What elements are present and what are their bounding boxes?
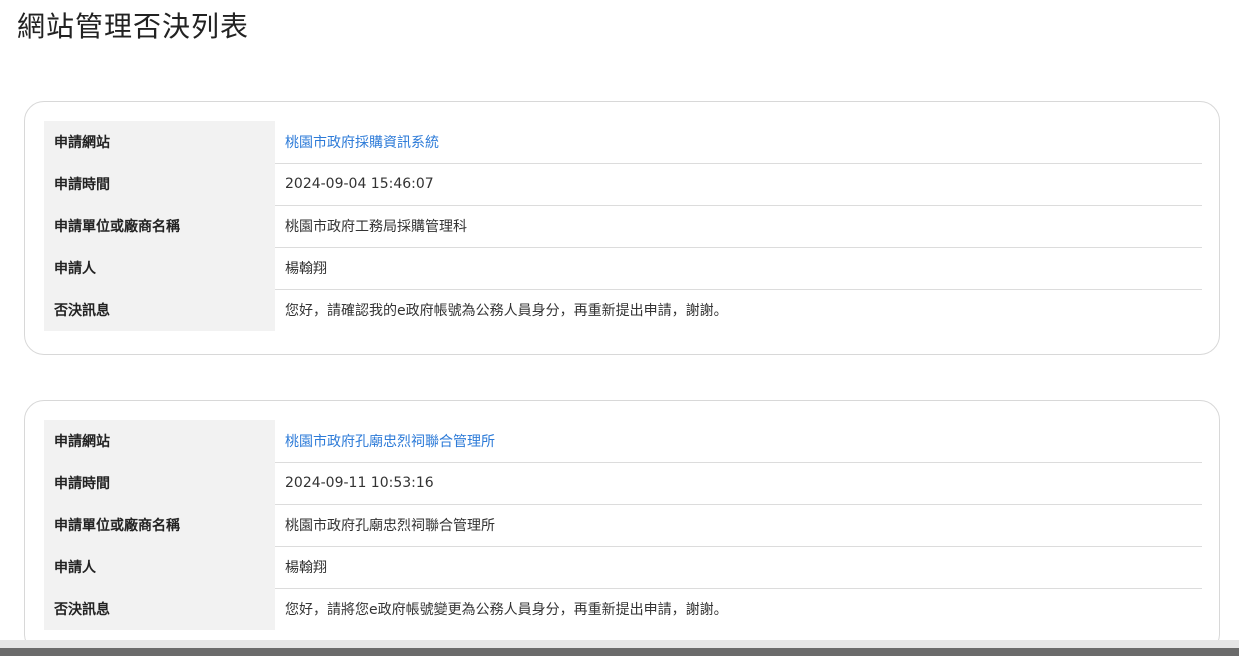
site-link[interactable]: 桃園市政府採購資訊系統 [285, 135, 439, 151]
row-site: 申請網站 桃園市政府採購資訊系統 [44, 121, 1202, 164]
label-applicant: 申請人 [44, 247, 275, 290]
rejection-detail-table: 申請網站 桃園市政府採購資訊系統 申請時間 2024-09-04 15:46:0… [44, 121, 1202, 331]
value-unit: 桃園市政府工務局採購管理科 [275, 205, 1202, 248]
row-time: 申請時間 2024-09-04 15:46:07 [44, 163, 1202, 206]
value-time: 2024-09-04 15:46:07 [275, 163, 1202, 206]
row-unit: 申請單位或廠商名稱 桃園市政府工務局採購管理科 [44, 205, 1202, 248]
label-reason: 否決訊息 [44, 289, 275, 331]
label-site: 申請網站 [44, 121, 275, 164]
value-unit: 桃園市政府孔廟忠烈祠聯合管理所 [275, 504, 1202, 547]
row-reason: 否決訊息 您好，請將您e政府帳號變更為公務人員身分，再重新提出申請，謝謝。 [44, 588, 1202, 630]
row-applicant: 申請人 楊翰翔 [44, 247, 1202, 290]
rejection-detail-table: 申請網站 桃園市政府孔廟忠烈祠聯合管理所 申請時間 2024-09-11 10:… [44, 420, 1202, 630]
label-unit: 申請單位或廠商名稱 [44, 205, 275, 248]
row-applicant: 申請人 楊翰翔 [44, 546, 1202, 589]
label-applicant: 申請人 [44, 546, 275, 589]
label-time: 申請時間 [44, 163, 275, 206]
value-reason: 您好，請確認我的e政府帳號為公務人員身分，再重新提出申請，謝謝。 [285, 303, 728, 320]
row-unit: 申請單位或廠商名稱 桃園市政府孔廟忠烈祠聯合管理所 [44, 504, 1202, 547]
label-site: 申請網站 [44, 420, 275, 463]
label-time: 申請時間 [44, 462, 275, 505]
value-applicant: 楊翰翔 [275, 546, 1202, 589]
value-time: 2024-09-11 10:53:16 [275, 462, 1202, 505]
page: 網站管理否決列表 申請網站 桃園市政府採購資訊系統 申請時間 2024-09-0… [0, 0, 1239, 656]
row-reason: 否決訊息 您好，請確認我的e政府帳號為公務人員身分，再重新提出申請，謝謝。 [44, 289, 1202, 331]
rejection-card: 申請網站 桃園市政府孔廟忠烈祠聯合管理所 申請時間 2024-09-11 10:… [24, 400, 1220, 654]
value-applicant: 楊翰翔 [275, 247, 1202, 290]
rejection-card: 申請網站 桃園市政府採購資訊系統 申請時間 2024-09-04 15:46:0… [24, 101, 1220, 355]
value-reason: 您好，請將您e政府帳號變更為公務人員身分，再重新提出申請，謝謝。 [285, 602, 728, 619]
value-site: 桃園市政府採購資訊系統 [275, 121, 1202, 164]
window-bottom-edge [0, 648, 1239, 656]
site-link[interactable]: 桃園市政府孔廟忠烈祠聯合管理所 [285, 434, 495, 450]
label-unit: 申請單位或廠商名稱 [44, 504, 275, 547]
value-site: 桃園市政府孔廟忠烈祠聯合管理所 [275, 420, 1202, 463]
page-title: 網站管理否決列表 [17, 10, 250, 43]
label-reason: 否決訊息 [44, 588, 275, 630]
row-site: 申請網站 桃園市政府孔廟忠烈祠聯合管理所 [44, 420, 1202, 463]
row-time: 申請時間 2024-09-11 10:53:16 [44, 462, 1202, 505]
